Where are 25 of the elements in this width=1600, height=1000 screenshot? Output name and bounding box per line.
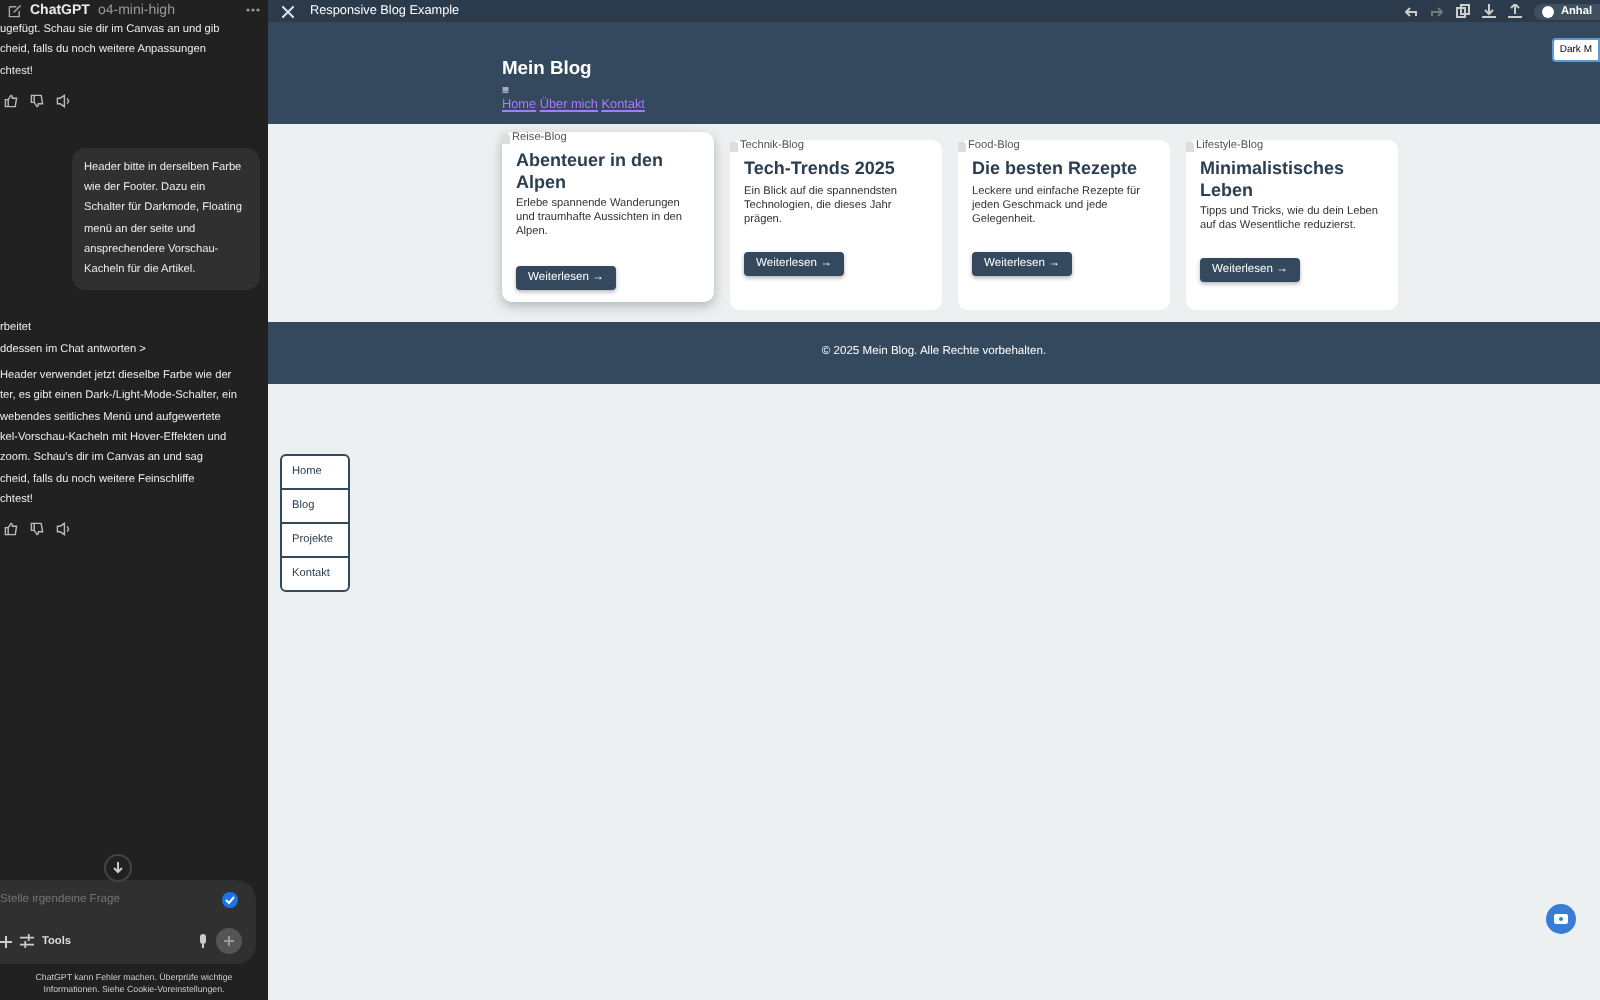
copy-icon[interactable] xyxy=(1456,4,1471,18)
thumbs-down-icon[interactable] xyxy=(30,522,44,537)
upload-icon[interactable] xyxy=(1508,4,1523,18)
edit-icon[interactable] xyxy=(8,3,22,17)
card-title: Tech-Trends 2025 xyxy=(744,158,897,179)
site-title: Mein Blog xyxy=(502,56,594,78)
download-icon[interactable] xyxy=(1482,4,1497,18)
check-badge-icon xyxy=(222,892,238,908)
redo-icon[interactable] xyxy=(1430,5,1445,17)
chat-bubble-icon[interactable] xyxy=(1546,904,1576,934)
card-title: Die besten Rezepte xyxy=(972,158,1140,179)
card-title: Minimalistisches Leben xyxy=(1200,158,1347,200)
voice-mode-icon[interactable] xyxy=(216,928,242,954)
close-icon[interactable] xyxy=(282,5,294,17)
sliders-icon[interactable] xyxy=(20,934,34,948)
thumbs-up-icon[interactable] xyxy=(4,522,18,537)
card-title: Abenteuer in den Alpen xyxy=(516,150,666,192)
thumbs-up-icon[interactable] xyxy=(4,93,18,108)
speaker-icon[interactable] xyxy=(56,93,70,108)
undo-icon[interactable] xyxy=(1404,5,1419,17)
speaker-icon[interactable] xyxy=(56,522,70,537)
plus-icon[interactable] xyxy=(0,935,12,947)
scroll-down-icon[interactable] xyxy=(104,854,132,882)
thumbs-down-icon[interactable] xyxy=(30,93,44,108)
microphone-icon[interactable] xyxy=(198,934,208,948)
